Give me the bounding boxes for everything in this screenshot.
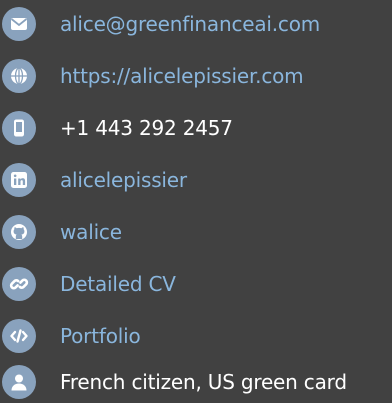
user-icon <box>2 365 36 399</box>
contact-row-phone: +1 443 292 2457 <box>0 108 392 148</box>
contact-cv-link[interactable]: Detailed CV <box>60 264 176 304</box>
contact-github-link[interactable]: walice <box>60 212 122 252</box>
contact-row-linkedin[interactable]: alicelepissier <box>0 160 392 200</box>
contact-linkedin-link[interactable]: alicelepissier <box>60 160 187 200</box>
mobile-phone-icon <box>2 111 36 145</box>
contact-row-cv[interactable]: Detailed CV <box>0 264 392 304</box>
link-icon <box>2 267 36 301</box>
contact-website-link[interactable]: https://alicelepissier.com <box>60 56 304 96</box>
github-icon <box>2 215 36 249</box>
contact-row-citizenship: French citizen, US green card <box>0 362 392 402</box>
envelope-icon <box>2 7 36 41</box>
contact-row-email[interactable]: alice@greenfinanceai.com <box>0 4 392 44</box>
contact-email-link[interactable]: alice@greenfinanceai.com <box>60 4 320 44</box>
code-icon <box>2 319 36 353</box>
contact-list: alice@greenfinanceai.com https://alicele… <box>0 0 392 403</box>
globe-icon <box>2 59 36 93</box>
contact-row-website[interactable]: https://alicelepissier.com <box>0 56 392 96</box>
contact-row-portfolio[interactable]: Portfolio <box>0 316 392 356</box>
linkedin-icon <box>2 163 36 197</box>
contact-portfolio-link[interactable]: Portfolio <box>60 316 141 356</box>
contact-phone-text: +1 443 292 2457 <box>60 116 233 140</box>
contact-row-github[interactable]: walice <box>0 212 392 252</box>
contact-citizenship-text: French citizen, US green card <box>60 370 347 394</box>
